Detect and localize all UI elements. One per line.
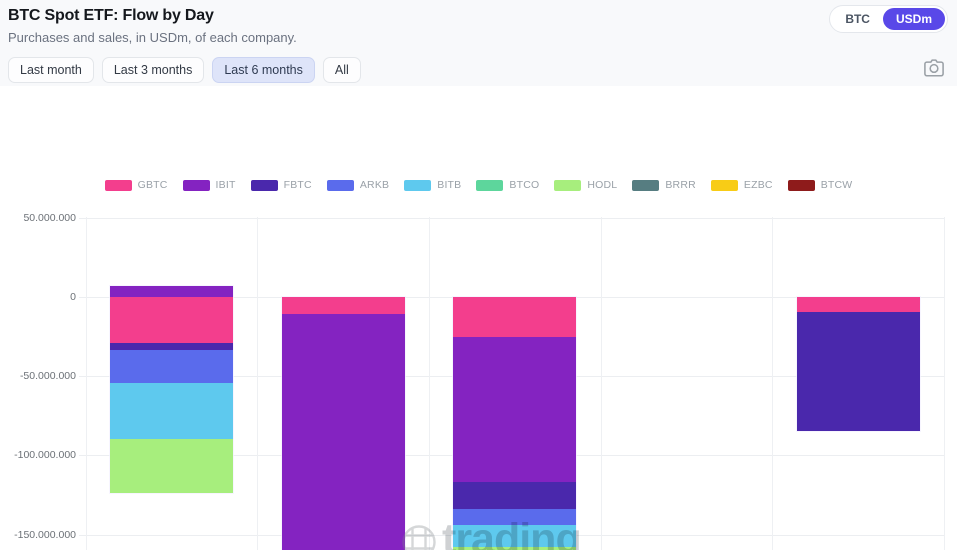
legend-swatch-bitb xyxy=(404,179,432,191)
y-axis-tick-label: -50.000.000 xyxy=(19,370,76,383)
gridline-x xyxy=(772,217,774,550)
y-axis-tick-label: 0 xyxy=(70,291,76,303)
gridline-x xyxy=(85,217,87,550)
legend-item-arkb[interactable]: ARKB xyxy=(326,179,390,191)
legend-label: ARKB xyxy=(359,179,390,191)
page-title: BTC Spot ETF: Flow by Day xyxy=(8,7,214,24)
legend-item-ibit[interactable]: IBIT xyxy=(182,179,236,191)
bar-22-dec xyxy=(109,285,233,493)
bar-segment-gbtc[interactable] xyxy=(109,296,233,343)
gridline-y xyxy=(79,217,944,219)
legend-swatch-hodl xyxy=(554,179,582,191)
legend-label: BRRR xyxy=(665,179,696,191)
legend-item-brrr[interactable]: BRRR xyxy=(632,179,696,191)
page-subtitle: Purchases and sales, in USDm, of each co… xyxy=(8,30,297,45)
bar-segment-fbtc[interactable] xyxy=(453,482,577,510)
bar-segment-gbtc[interactable] xyxy=(796,297,920,313)
range-button-all[interactable]: All xyxy=(322,57,361,83)
legend-label: GBTC xyxy=(137,179,168,191)
range-button-last-month[interactable]: Last month xyxy=(8,57,94,83)
legend-swatch-fbtc xyxy=(250,179,278,191)
camera-icon xyxy=(923,58,945,81)
y-axis-tick-label: -100.000.000 xyxy=(14,449,76,462)
bar-24-dec xyxy=(453,297,577,550)
bar-chart-plot: 50.000.000 0 -50.000.000 -100.000.000 -150.0… xyxy=(0,206,957,550)
legend-label: BTCO xyxy=(509,179,540,191)
unit-toggle-option-usdm[interactable]: USDm xyxy=(882,8,945,30)
bar-segment-gbtc[interactable] xyxy=(453,297,577,337)
unit-toggle-option-btc[interactable]: BTC xyxy=(832,8,883,30)
bar-segment-ibit[interactable] xyxy=(109,285,233,297)
y-axis-tick-label: -150.000.000 xyxy=(14,528,76,541)
legend-label: EZBC xyxy=(743,179,773,191)
range-filter-row: Last month Last 3 months Last 6 months All xyxy=(8,57,361,83)
legend-label: IBIT xyxy=(215,179,236,191)
gridline-x xyxy=(428,217,430,550)
legend-swatch-ezbc xyxy=(710,179,738,191)
bar-segment-ibit[interactable] xyxy=(453,336,577,483)
chart-legend: GBTC IBIT FBTC ARKB BITB BTCO HODL BRRR EZBC BTCW xyxy=(0,179,957,191)
y-axis-tick-label: 50.000.000 xyxy=(23,211,76,224)
legend-item-fbtc[interactable]: FBTC xyxy=(250,179,312,191)
btc-etf-flow-app: BTC Spot ETF: Flow by Day Purchases and … xyxy=(0,0,957,550)
bar-23-dec xyxy=(281,297,405,550)
legend-label: FBTC xyxy=(283,179,312,191)
legend-swatch-arkb xyxy=(326,179,354,191)
bar-segment-fbtc[interactable] xyxy=(109,342,233,351)
bar-segment-arkb[interactable] xyxy=(109,350,233,384)
legend-swatch-gbtc xyxy=(104,179,132,191)
bar-segment-fbtc[interactable] xyxy=(796,312,920,431)
legend-swatch-brrr xyxy=(632,179,660,191)
legend-swatch-btcw xyxy=(787,179,815,191)
legend-label: HODL xyxy=(587,179,618,191)
legend-item-bitb[interactable]: BITB xyxy=(404,179,461,191)
screenshot-button[interactable] xyxy=(921,56,947,82)
legend-label: BTCW xyxy=(820,179,853,191)
bar-segment-arkb[interactable] xyxy=(453,509,577,526)
legend-item-hodl[interactable]: HODL xyxy=(554,179,617,191)
bar-segment-bitb[interactable] xyxy=(453,525,577,548)
range-button-last-3-months[interactable]: Last 3 months xyxy=(101,57,205,83)
legend-label: BITB xyxy=(437,179,462,191)
gridline-x xyxy=(944,217,945,550)
chart-card: GBTC IBIT FBTC ARKB BITB BTCO HODL BRRR EZBC BTCW… xyxy=(0,86,957,550)
legend-item-btco[interactable]: BTCO xyxy=(476,179,539,191)
bar-segment-gbtc[interactable] xyxy=(281,297,405,314)
legend-swatch-btco xyxy=(476,179,504,191)
legend-item-btcw[interactable]: BTCW xyxy=(787,179,853,191)
legend-item-ezbc[interactable]: EZBC xyxy=(710,179,773,191)
bar-segment-hodl[interactable] xyxy=(109,438,233,493)
bar-26-dec xyxy=(796,297,920,431)
legend-swatch-ibit xyxy=(182,179,210,191)
range-button-last-6-months[interactable]: Last 6 months xyxy=(212,57,315,83)
unit-toggle[interactable]: BTC USDm xyxy=(829,5,948,33)
legend-item-gbtc[interactable]: GBTC xyxy=(104,179,168,191)
bar-segment-ibit[interactable] xyxy=(281,313,405,550)
gridline-x xyxy=(600,217,602,550)
gridline-x xyxy=(257,217,259,550)
bar-segment-bitb[interactable] xyxy=(109,383,233,439)
